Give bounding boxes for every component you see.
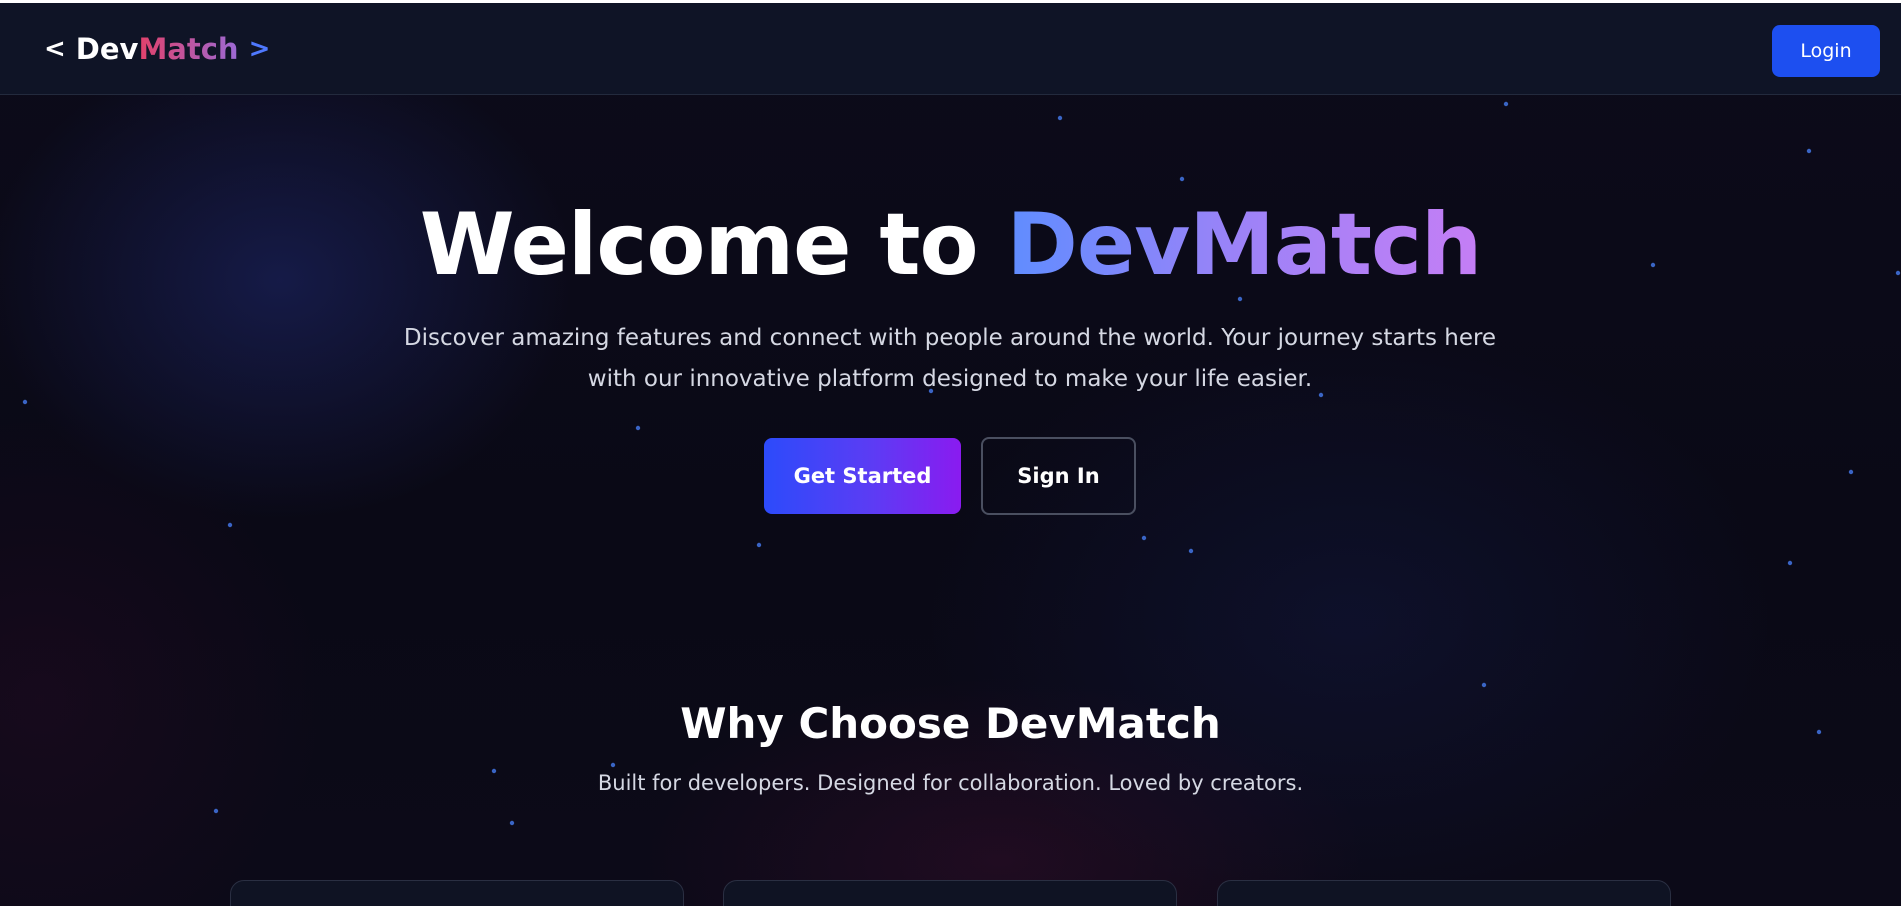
get-started-button[interactable]: Get Started (764, 438, 961, 514)
login-button[interactable]: Login (1772, 25, 1880, 77)
star (1057, 115, 1063, 121)
hero-title-plain: Welcome to (419, 195, 979, 295)
star (22, 399, 28, 405)
star (1806, 148, 1812, 154)
star (635, 425, 641, 431)
star (756, 542, 762, 548)
star (1848, 469, 1854, 475)
star (1481, 682, 1487, 688)
hero-subtitle: Discover amazing features and connect wi… (403, 325, 1497, 392)
star (509, 820, 515, 826)
navbar: < Dev Match > Login (0, 3, 1901, 95)
logo-text-match: Match (138, 32, 239, 66)
page: < Dev Match > Login Welcome to DevMatch … (0, 0, 1901, 906)
sign-in-button[interactable]: Sign In (981, 437, 1136, 515)
star (227, 522, 233, 528)
star (1179, 176, 1185, 182)
hero-title-highlight: DevMatch (1006, 195, 1482, 295)
hero-actions: Get Started Sign In (764, 437, 1136, 515)
feature-card (723, 880, 1177, 906)
feature-card (230, 880, 684, 906)
features-title: Why Choose DevMatch (680, 699, 1221, 748)
star (213, 808, 219, 814)
logo[interactable]: < Dev Match > (44, 29, 270, 69)
star (1141, 535, 1147, 541)
star (1787, 560, 1793, 566)
hero-title: Welcome to DevMatch (0, 195, 1901, 295)
chevron-right-icon: > (248, 34, 271, 64)
chevron-left-icon: < (44, 34, 66, 64)
star (1503, 101, 1509, 107)
feature-card (1217, 880, 1671, 906)
features-subtitle: Built for developers. Designed for colla… (597, 771, 1304, 795)
logo-text-dev: Dev (75, 32, 139, 66)
star (1237, 296, 1243, 302)
star (1188, 548, 1194, 554)
